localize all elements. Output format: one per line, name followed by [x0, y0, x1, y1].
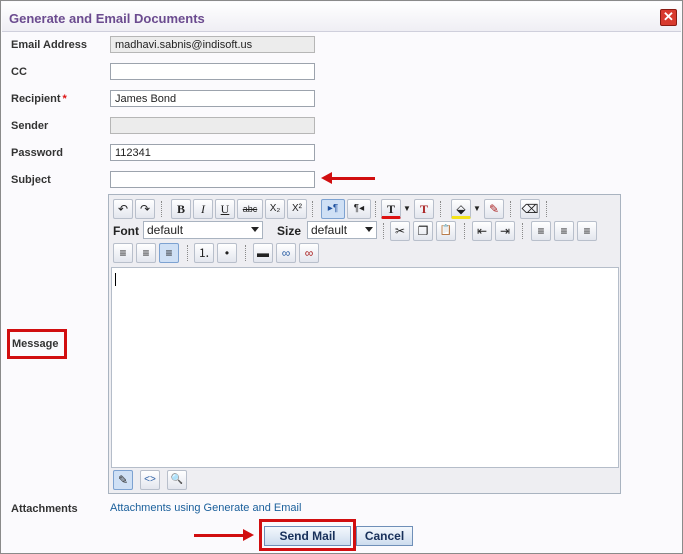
- strikethrough-icon[interactable]: abc: [237, 199, 263, 219]
- align-center-icon[interactable]: ≡: [577, 221, 597, 241]
- toolbar-separator: [187, 245, 188, 261]
- ltr-icon[interactable]: ▸¶: [321, 199, 345, 219]
- chevron-down-icon: [365, 227, 373, 232]
- justify-icon[interactable]: ≡: [136, 243, 156, 263]
- chevron-down-icon: [251, 227, 259, 232]
- generate-email-dialog: Generate and Email Documents ✕ Email Add…: [0, 0, 683, 554]
- outdent-icon[interactable]: ⇤: [472, 221, 492, 241]
- justify-full-icon[interactable]: ≡: [159, 243, 179, 263]
- align-left-icon[interactable]: ≡: [554, 221, 574, 241]
- unlink-icon[interactable]: ∞: [299, 243, 319, 263]
- align-right-icon[interactable]: ≡: [113, 243, 133, 263]
- chevron-down-icon[interactable]: ▼: [472, 199, 481, 219]
- password-field[interactable]: [110, 144, 315, 161]
- close-icon: ✕: [663, 9, 674, 24]
- password-label: Password: [11, 147, 63, 159]
- size-label: Size: [277, 224, 302, 238]
- size-select-value: default: [311, 223, 348, 237]
- paste-icon[interactable]: 📋: [436, 221, 456, 241]
- size-select[interactable]: default: [307, 221, 377, 239]
- attachments-label: Attachments: [11, 503, 78, 515]
- toolbar-separator: [522, 223, 523, 239]
- email-address-label: Email Address: [11, 39, 88, 51]
- toolbar-separator: [161, 201, 162, 217]
- unordered-list-icon[interactable]: •: [217, 243, 237, 263]
- horizontal-rule-icon[interactable]: ▬: [253, 243, 273, 263]
- toolbar-separator: [546, 201, 547, 217]
- text-cursor: [115, 273, 116, 286]
- html-mode-icon[interactable]: <>: [140, 470, 160, 490]
- preview-mode-icon[interactable]: 🔍: [167, 470, 187, 490]
- toolbar-separator: [440, 201, 441, 217]
- chevron-down-icon[interactable]: ▼: [402, 199, 411, 219]
- message-editor: ↶ ↷ B I U abc X₂ X² ▸¶ ¶◂ T ▼ T ⬙ ▼ ✎ ⌫ …: [108, 194, 621, 494]
- superscript-icon[interactable]: X²: [287, 199, 307, 219]
- bold-icon[interactable]: B: [171, 199, 191, 219]
- sender-field[interactable]: [110, 117, 315, 134]
- send-mail-button[interactable]: Send Mail: [264, 526, 351, 546]
- redo-icon[interactable]: ↷: [135, 199, 155, 219]
- cc-field[interactable]: [110, 63, 315, 80]
- cc-label: CC: [11, 66, 27, 78]
- align-right-icon[interactable]: ≡: [531, 221, 551, 241]
- toolbar-separator: [245, 245, 246, 261]
- subject-label: Subject: [11, 174, 51, 186]
- font-select[interactable]: default: [143, 221, 263, 239]
- eraser-icon[interactable]: ⌫: [520, 199, 540, 219]
- recipient-label: Recipient *: [11, 93, 67, 105]
- toolbar-separator: [510, 201, 511, 217]
- toolbar-separator: [375, 201, 376, 217]
- font-label: Font: [113, 224, 139, 238]
- design-mode-icon[interactable]: ✎: [113, 470, 133, 490]
- italic-icon[interactable]: I: [193, 199, 213, 219]
- subject-arrow-annotation: [321, 172, 375, 184]
- recipient-label-text: Recipient: [11, 93, 61, 105]
- link-icon[interactable]: ∞: [276, 243, 296, 263]
- toolbar-separator: [312, 201, 313, 217]
- required-marker: *: [62, 93, 67, 105]
- remove-format-icon[interactable]: T: [414, 199, 434, 219]
- dialog-title: Generate and Email Documents: [9, 11, 205, 26]
- underline-icon[interactable]: U: [215, 199, 235, 219]
- highlight-color-icon[interactable]: ⬙: [451, 199, 471, 219]
- message-body-input[interactable]: [111, 267, 619, 468]
- email-address-field[interactable]: [110, 36, 315, 53]
- send-arrow-annotation: [194, 529, 254, 541]
- remove-highlight-icon[interactable]: ✎: [484, 199, 504, 219]
- message-label: Message: [7, 329, 67, 359]
- dialog-titlebar: Generate and Email Documents ✕: [2, 2, 681, 32]
- sender-label: Sender: [11, 120, 49, 132]
- close-button[interactable]: ✕: [660, 9, 677, 26]
- subject-field[interactable]: [110, 171, 315, 188]
- copy-icon[interactable]: ❐: [413, 221, 433, 241]
- attachments-link[interactable]: Attachments using Generate and Email: [110, 502, 301, 514]
- cut-icon[interactable]: ✂: [390, 221, 410, 241]
- subscript-icon[interactable]: X₂: [265, 199, 285, 219]
- rtl-icon[interactable]: ¶◂: [347, 199, 371, 219]
- cancel-button[interactable]: Cancel: [356, 526, 413, 546]
- text-color-icon[interactable]: T: [381, 199, 401, 219]
- recipient-field[interactable]: [110, 90, 315, 107]
- ordered-list-icon[interactable]: ⒈: [194, 243, 214, 263]
- indent-icon[interactable]: ⇥: [495, 221, 515, 241]
- toolbar-separator: [383, 223, 384, 239]
- toolbar-separator: [464, 223, 465, 239]
- font-select-value: default: [147, 223, 184, 237]
- undo-icon[interactable]: ↶: [113, 199, 133, 219]
